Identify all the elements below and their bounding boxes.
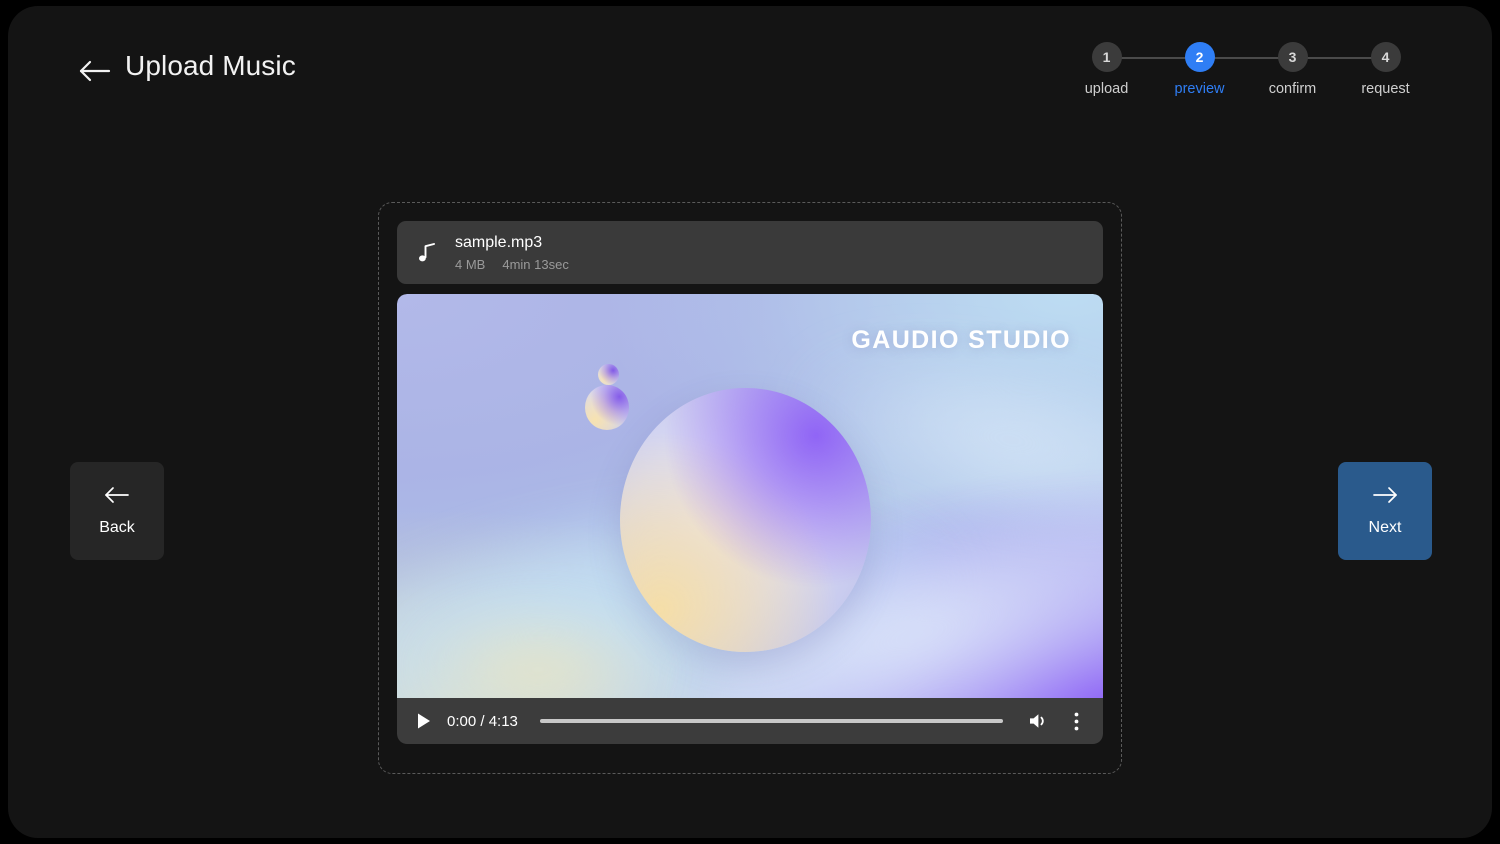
app-screen: Upload Music 1 upload 2 preview 3 confir… [8, 6, 1492, 838]
file-duration: 4min 13sec [502, 256, 569, 272]
back-arrow-icon[interactable] [76, 52, 114, 90]
back-button-label: Back [99, 518, 135, 536]
next-button-label: Next [1368, 518, 1402, 536]
step-request[interactable]: 4 request [1339, 42, 1432, 97]
preview-container: sample.mp3 4 MB 4min 13sec GAUDIO STUDIO [378, 202, 1122, 774]
player-controls: 0:00 / 4:13 [397, 698, 1103, 744]
header: Upload Music 1 upload 2 preview 3 confir… [8, 6, 1492, 126]
volume-icon[interactable] [1025, 708, 1051, 734]
step-label-preview: preview [1174, 81, 1225, 97]
artwork-sphere-large [620, 387, 871, 653]
album-artwork: GAUDIO STUDIO [397, 294, 1103, 698]
step-number-2: 2 [1184, 42, 1215, 72]
step-label-confirm: confirm [1268, 81, 1317, 97]
back-button[interactable]: Back [70, 462, 164, 560]
artwork-sphere-small [598, 364, 619, 386]
file-name: sample.mp3 [455, 233, 543, 251]
music-note-icon [411, 237, 443, 269]
step-number-4: 4 [1370, 42, 1401, 72]
file-submeta: 4 MB 4min 13sec [455, 257, 569, 273]
arrow-right-icon [1372, 486, 1398, 509]
artwork-logo: GAUDIO STUDIO [851, 326, 1071, 354]
step-upload[interactable]: 1 upload [1060, 42, 1200, 97]
artwork-sphere-medium [584, 385, 629, 430]
progress-bar[interactable] [539, 719, 1003, 723]
artwork-band-cream [411, 609, 666, 698]
next-button[interactable]: Next [1338, 462, 1432, 560]
media-player: GAUDIO STUDIO 0:00 / 4:13 [397, 294, 1103, 744]
more-vertical-icon[interactable] [1063, 708, 1089, 734]
step-number-3: 3 [1277, 42, 1308, 72]
step-label-upload: upload [1084, 81, 1129, 97]
time-display: 0:00 / 4:13 [447, 712, 518, 730]
stepper: 1 upload 2 preview 3 confirm 4 request [1060, 42, 1432, 97]
page-title: Upload Music [125, 50, 296, 81]
play-icon[interactable] [413, 710, 435, 732]
step-label-request: request [1361, 81, 1410, 97]
file-size: 4 MB [455, 256, 486, 272]
step-number-1: 1 [1091, 42, 1122, 72]
file-info-card: sample.mp3 4 MB 4min 13sec [397, 221, 1103, 284]
step-confirm[interactable]: 3 confirm [1246, 42, 1386, 97]
step-preview[interactable]: 2 preview [1153, 42, 1293, 97]
arrow-left-icon [104, 486, 130, 509]
file-meta: sample.mp3 4 MB 4min 13sec [455, 233, 569, 273]
